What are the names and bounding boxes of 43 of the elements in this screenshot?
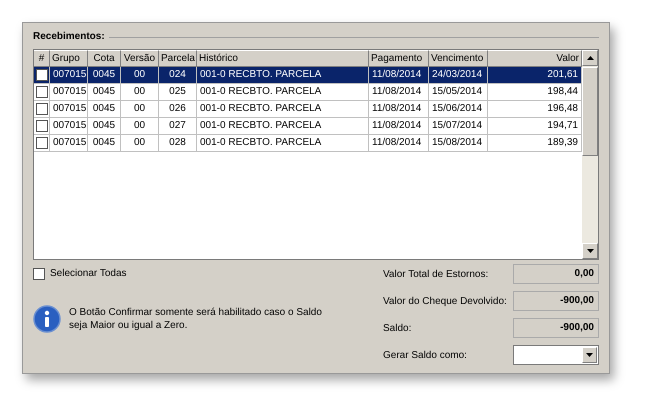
table-row[interactable]: 007015 0045 00 027 001-0 RECBTO. PARCELA 11/08/2014 15/07/2014 194,71 — [34, 118, 582, 135]
table-row[interactable]: 007015 0045 00 028 001-0 RECBTO. PARCELA 11/08/2014 15/08/2014 189,39 — [34, 135, 582, 152]
total-label: Saldo: — [383, 322, 412, 336]
scroll-down-icon[interactable] — [586, 249, 594, 253]
caret-icon — [586, 353, 593, 357]
table-cell: 15/08/2014 — [429, 135, 488, 152]
column-header[interactable]: Versão — [121, 50, 159, 67]
row-checkbox[interactable] — [36, 120, 48, 132]
table-row[interactable]: 007015 0045 00 024 001-0 RECBTO. PARCELA 11/08/2014 24/03/2014 201,61 — [34, 67, 582, 84]
scrollbar[interactable] — [582, 50, 598, 259]
saldo-dropdown[interactable] — [513, 345, 599, 365]
info-icon — [33, 305, 61, 333]
total-label: Gerar Saldo como: — [383, 348, 468, 362]
column-header[interactable]: Valor — [488, 50, 582, 67]
table-cell: 028 — [159, 135, 197, 152]
info-message: O Botão Confirmar somente será habilitado caso o Saldo seja Maior ou igual a Zero. — [69, 306, 323, 332]
column-header[interactable]: Parcela — [159, 50, 197, 67]
select-all-label: Selecionar Todas — [50, 267, 127, 281]
table-cell: 007015 — [50, 135, 88, 152]
total-value: -900,00 — [513, 291, 599, 311]
scroll-up-icon[interactable] — [586, 56, 594, 60]
column-header[interactable]: # — [34, 50, 50, 67]
total-value: 0,00 — [513, 264, 599, 284]
column-header[interactable]: Vencimento — [429, 50, 488, 67]
total-value: -900,00 — [513, 318, 599, 338]
column-header[interactable]: Histórico — [197, 50, 369, 67]
row-checkbox[interactable] — [36, 137, 48, 149]
table-cell: 11/08/2014 — [369, 135, 429, 152]
column-header[interactable]: Pagamento — [369, 50, 429, 67]
row-checkbox[interactable] — [36, 103, 48, 115]
table-row[interactable]: 007015 0045 00 026 001-0 RECBTO. PARCELA 11/08/2014 15/06/2014 196,48 — [34, 101, 582, 118]
table-cell: 001-0 RECBTO. PARCELA — [197, 135, 369, 152]
table-cell: 0045 — [88, 135, 121, 152]
row-checkbox[interactable] — [36, 69, 48, 81]
total-label: Valor Total de Estornos: — [383, 268, 490, 282]
group-title: Recebimentos: — [33, 30, 105, 44]
column-header[interactable]: Cota — [88, 50, 121, 67]
column-header[interactable]: Grupo — [50, 50, 88, 67]
select-all-checkbox[interactable] — [33, 268, 45, 280]
table-row[interactable]: 007015 0045 00 025 001-0 RECBTO. PARCELA 11/08/2014 15/05/2014 198,44 — [34, 84, 582, 101]
table-cell: 00 — [121, 135, 159, 152]
total-label: Valor do Cheque Devolvido: — [383, 294, 508, 308]
row-checkbox[interactable] — [36, 86, 48, 98]
